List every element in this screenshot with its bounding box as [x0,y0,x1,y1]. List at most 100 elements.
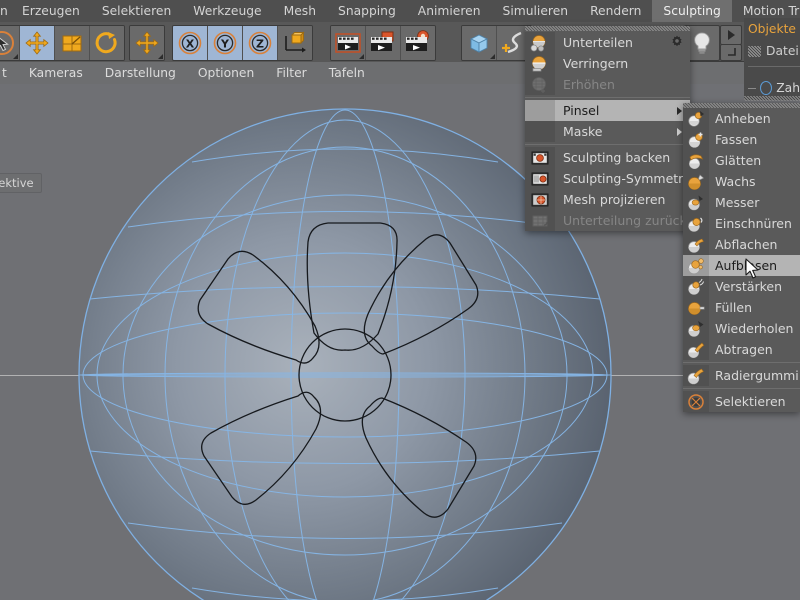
axis-z-button[interactable]: Z [243,26,278,60]
gear-icon[interactable] [671,32,683,44]
sphere-object-icon[interactable] [760,81,772,95]
brush-item-anheben[interactable]: Anheben [683,108,800,129]
tab-objekte[interactable]: Objekte [748,22,796,36]
menu-item-rendern[interactable]: Rendern [579,0,652,22]
reduce-icon [525,53,555,74]
menu-tearoff-handle[interactable] [525,26,690,31]
menu-item-mesh-projizieren[interactable]: Mesh projizieren [525,189,690,210]
menu-label: Maske [555,124,602,139]
menu-item-animieren[interactable]: Animieren [407,0,492,22]
object-menu-datei[interactable]: Datei [766,44,799,58]
project-mesh-icon [525,189,555,210]
brush-flatten-icon [683,234,709,255]
move-axis-tool-button[interactable] [130,26,164,60]
subdivision-back-icon [525,210,555,231]
svg-text:X: X [186,37,195,50]
brush-item-fuellen[interactable]: Füllen [683,297,800,318]
render-to-picture-viewer-button[interactable] [366,26,401,60]
brush-pinch-icon [683,213,709,234]
menu-item-snapping[interactable]: Snapping [327,0,407,22]
submenu-arrow-icon [677,107,682,115]
brush-label: Glätten [709,153,761,168]
sculpt-symmetry-icon [525,168,555,189]
menu-item-sculpting-backen[interactable]: Sculpting backen [525,147,690,168]
menu-label: Unterteilung zurück [555,213,687,228]
menu-separator [525,97,690,98]
tool-expand-corner[interactable] [158,54,163,59]
brush-item-wiederholen[interactable]: Wiederholen [683,318,800,339]
menu-item-maske[interactable]: Maske [525,121,690,142]
scale-tool-button[interactable] [55,26,90,60]
cinema4d-window: spektive n Erzeugen Selektieren Werkzeug… [0,0,800,600]
brush-label: Wiederholen [709,321,793,336]
menu-item-unterteilung-zurueck: Unterteilung zurück [525,210,690,231]
brush-fill-icon [683,297,709,318]
live-selection-tool-button[interactable] [0,26,20,60]
brush-item-abflachen[interactable]: Abflachen [683,234,800,255]
arrow-corner-button[interactable] [720,44,742,61]
brush-item-aufblasen[interactable]: Aufblasen [683,255,800,276]
axis-x-button[interactable]: X [173,26,208,60]
rotate-tool-button[interactable] [90,26,124,60]
brush-item-fassen[interactable]: Fassen [683,129,800,150]
menu-item-verringern[interactable]: Verringern [525,53,690,74]
arrow-right-button[interactable] [720,25,742,45]
toolbar-group-primitives [461,25,532,61]
brush-label: Füllen [709,300,752,315]
object-manager-tabs[interactable]: Objekte [748,20,796,38]
brush-label: Einschnüren [709,216,792,231]
viewport-menu-tafeln[interactable]: Tafeln [318,66,376,80]
svg-text:Z: Z [256,37,264,50]
submenu-arrow-icon [677,128,682,136]
brush-label: Verstärken [709,279,782,294]
axis-y-button[interactable]: Y [208,26,243,60]
tree-connector [748,88,756,89]
brush-item-radiergummi[interactable]: Radiergummi [683,365,800,386]
grip-handle-icon[interactable] [748,46,761,57]
menu-item-clipped[interactable]: n [0,0,11,22]
render-view-button[interactable] [331,26,366,60]
brush-label: Radiergummi [709,368,799,383]
brush-item-einschnueren[interactable]: Einschnüren [683,213,800,234]
brush-item-verstaerken[interactable]: Verstärken [683,276,800,297]
main-menu-bar: n Erzeugen Selektieren Werkzeuge Mesh Sn… [0,0,800,22]
world-coordinates-button[interactable] [278,26,312,60]
increase-icon [525,74,555,95]
menu-label: Sculpting-Symmetrie [555,171,694,186]
menu-item-selektieren[interactable]: Selektieren [91,0,182,22]
menu-item-unterteilen[interactable]: Unterteilen [525,32,690,53]
menu-item-sculpting-symmetrie[interactable]: Sculpting-Symmetrie [525,168,690,189]
menu-item-mesh[interactable]: Mesh [273,0,327,22]
menu-item-simulieren[interactable]: Simulieren [492,0,580,22]
move-tool-button[interactable] [20,26,55,60]
brush-label: Messer [709,195,759,210]
brush-label: Aufblasen [709,258,777,273]
render-settings-button[interactable] [401,26,435,60]
cube-primitive-button[interactable] [462,26,497,60]
brush-item-wachs[interactable]: Wachs [683,171,800,192]
brush-item-glaetten[interactable]: Glätten [683,150,800,171]
menu-item-werkzeuge[interactable]: Werkzeuge [182,0,272,22]
viewport-menu-clipped[interactable]: t [0,66,18,80]
brush-item-messer[interactable]: Messer [683,192,800,213]
menu-label: Unterteilen [555,35,633,50]
tool-expand-corner[interactable] [359,54,364,59]
brush-eraser-icon [683,365,709,386]
toolbar-group-axis-lock: X Y Z [172,25,313,61]
menu-item-erzeugen[interactable]: Erzeugen [11,0,91,22]
panel-grip[interactable] [744,96,800,101]
menu-item-sculpting[interactable]: Sculpting [652,0,731,22]
viewport-tab-perspektive[interactable]: spektive [0,174,41,192]
viewport-menu-darstellung[interactable]: Darstellung [94,66,187,80]
tool-expand-corner[interactable] [13,54,18,59]
brush-item-selektieren[interactable]: Selektieren [683,391,800,412]
viewport-menu-filter[interactable]: Filter [265,66,317,80]
viewport-menu-kameras[interactable]: Kameras [18,66,94,80]
brush-smooth-icon [683,150,709,171]
pinsel-submenu: Anheben Fassen Glätten [683,103,800,412]
menu-item-pinsel[interactable]: Pinsel [525,100,690,121]
tool-expand-corner[interactable] [490,54,495,59]
object-name[interactable]: Zah [776,81,800,95]
viewport-menu-optionen[interactable]: Optionen [187,66,265,80]
brush-item-abtragen[interactable]: Abtragen [683,339,800,360]
